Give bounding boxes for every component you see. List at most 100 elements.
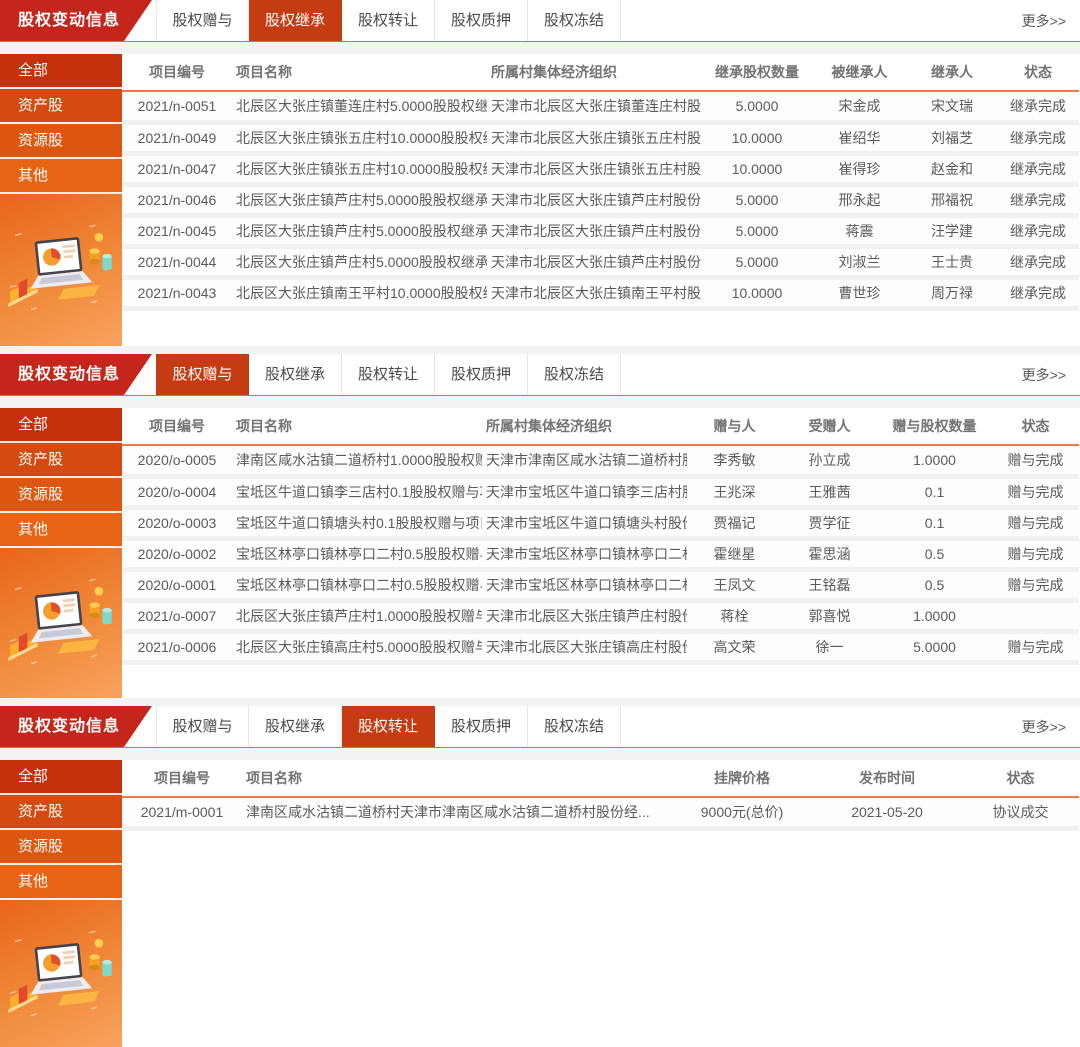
tab-pledge[interactable]: 股权质押 [435, 0, 528, 41]
tab-bar: 股权变动信息 股权赠与股权继承股权转让股权质押股权冻结 更多>> [0, 0, 1080, 42]
cell: 继承完成 [997, 277, 1079, 308]
cell: 周万禄 [907, 277, 997, 308]
cell: 2021/n-0046 [122, 184, 232, 215]
section-equity-gift: 股权变动信息 股权赠与股权继承股权转让股权质押股权冻结 更多>> 全部资产股资源… [0, 354, 1080, 698]
cell: 赠与完成 [992, 538, 1079, 569]
column-header: 项目编号 [122, 760, 242, 797]
cell: 继承完成 [997, 122, 1079, 153]
table-row[interactable]: 2021/o-0006北辰区大张庄镇高庄村5.0000股股权赠与...天津市北辰… [122, 631, 1079, 662]
cell: 北辰区大张庄镇芦庄村5.0000股股权继承... [232, 246, 487, 277]
laptop-analytics-illustration [5, 574, 117, 673]
cell: 继承完成 [997, 246, 1079, 277]
cell [992, 600, 1079, 631]
column-header: 项目编号 [122, 408, 232, 445]
more-link[interactable]: 更多>> [1022, 0, 1080, 41]
cell: 赠与完成 [992, 507, 1079, 538]
cell: 10.0000 [702, 277, 812, 308]
sidebar-items: 全部资产股资源股其他 [0, 54, 122, 194]
more-link[interactable]: 更多>> [1022, 354, 1080, 395]
table-row[interactable]: 2021/n-0046北辰区大张庄镇芦庄村5.0000股股权继承...天津市北辰… [122, 184, 1079, 215]
cell: 宝坻区林亭口镇林亭口二村0.5股股权赠与... [232, 538, 482, 569]
tab-freeze[interactable]: 股权冻结 [528, 354, 621, 395]
table-row[interactable]: 2021/m-0001津南区咸水沽镇二道桥村天津市津南区咸水沽镇二道桥村股份经.… [122, 797, 1079, 828]
coins-icon [89, 939, 111, 976]
sidebar-item-all[interactable]: 全部 [0, 760, 122, 795]
column-header: 赠与人 [687, 408, 782, 445]
cell: 北辰区大张庄镇张五庄村10.0000股股权继... [232, 153, 487, 184]
cell: 天津市北辰区大张庄镇芦庄村股份... [487, 184, 702, 215]
cell: 高文荣 [687, 631, 782, 662]
sidebar-item-asset-shares[interactable]: 资产股 [0, 443, 122, 478]
cell: 曹世珍 [812, 277, 907, 308]
sidebar-item-other[interactable]: 其他 [0, 865, 122, 900]
sidebar-item-all[interactable]: 全部 [0, 54, 122, 89]
sidebar-item-resource-shares[interactable]: 资源股 [0, 478, 122, 513]
cell: 宝坻区牛道口镇塘头村0.1股股权赠与项目 [232, 507, 482, 538]
sidebar-item-asset-shares[interactable]: 资产股 [0, 795, 122, 830]
tab-inheritance[interactable]: 股权继承 [249, 354, 342, 395]
sidebar: 全部资产股资源股其他 [0, 54, 122, 346]
cell: 继承完成 [997, 184, 1079, 215]
cell: 2021/m-0001 [122, 797, 242, 828]
tab-transfer[interactable]: 股权转让 [342, 706, 435, 747]
table-row[interactable]: 2020/o-0003宝坻区牛道口镇塘头村0.1股股权赠与项目天津市宝坻区牛道口… [122, 507, 1079, 538]
tab-transfer[interactable]: 股权转让 [342, 354, 435, 395]
sidebar-item-resource-shares[interactable]: 资源股 [0, 830, 122, 865]
cell: 0.5 [877, 538, 992, 569]
cell: 赵金和 [907, 153, 997, 184]
table-row[interactable]: 2020/o-0005津南区咸水沽镇二道桥村1.0000股股权赠...天津市津南… [122, 445, 1079, 476]
sidebar-item-other[interactable]: 其他 [0, 159, 122, 194]
cell: 天津市北辰区大张庄镇芦庄村股份... [487, 215, 702, 246]
cell: 天津市宝坻区牛道口镇李三店村股... [482, 476, 687, 507]
tab-pledge[interactable]: 股权质押 [435, 354, 528, 395]
cell: 2021-05-20 [812, 797, 962, 828]
tab-gift[interactable]: 股权赠与 [156, 354, 249, 395]
cell: 天津市津南区咸水沽镇二道桥村股... [482, 445, 687, 476]
tab-pledge[interactable]: 股权质押 [435, 706, 528, 747]
sidebar-item-other[interactable]: 其他 [0, 513, 122, 548]
cell: 继承完成 [997, 215, 1079, 246]
cell: 蒋栓 [687, 600, 782, 631]
sidebar-item-asset-shares[interactable]: 资产股 [0, 89, 122, 124]
cell: 北辰区大张庄镇芦庄村5.0000股股权继承... [232, 215, 487, 246]
table-row[interactable]: 2021/n-0049北辰区大张庄镇张五庄村10.0000股股权继...天津市北… [122, 122, 1079, 153]
cell: 天津市北辰区大张庄镇张五庄村股... [487, 153, 702, 184]
table-row[interactable]: 2020/o-0001宝坻区林亭口镇林亭口二村0.5股股权赠与...天津市宝坻区… [122, 569, 1079, 600]
table-row[interactable]: 2021/o-0007北辰区大张庄镇芦庄村1.0000股股权赠与...天津市北辰… [122, 600, 1079, 631]
cell: 宋金成 [812, 91, 907, 122]
tab-freeze[interactable]: 股权冻结 [528, 0, 621, 41]
cell: 赠与完成 [992, 631, 1079, 662]
cell: 2020/o-0003 [122, 507, 232, 538]
table-row[interactable]: 2021/n-0045北辰区大张庄镇芦庄村5.0000股股权继承...天津市北辰… [122, 215, 1079, 246]
section-content: 全部资产股资源股其他 [0, 408, 1080, 698]
coins-icon [89, 587, 111, 624]
sidebar-item-resource-shares[interactable]: 资源股 [0, 124, 122, 159]
table-row[interactable]: 2020/o-0004宝坻区牛道口镇李三店村0.1股股权赠与项目天津市宝坻区牛道… [122, 476, 1079, 507]
tab-transfer[interactable]: 股权转让 [342, 0, 435, 41]
column-header: 被继承人 [812, 54, 907, 91]
cell: 天津市北辰区大张庄镇芦庄村股份... [487, 246, 702, 277]
tab-freeze[interactable]: 股权冻结 [528, 706, 621, 747]
cell: 5.0000 [702, 215, 812, 246]
more-link[interactable]: 更多>> [1022, 706, 1080, 747]
tab-inheritance[interactable]: 股权继承 [249, 0, 342, 41]
tabs: 股权赠与股权继承股权转让股权质押股权冻结 [156, 706, 621, 747]
cell: 0.1 [877, 507, 992, 538]
table-row[interactable]: 2020/o-0002宝坻区林亭口镇林亭口二村0.5股股权赠与...天津市宝坻区… [122, 538, 1079, 569]
table-row[interactable]: 2021/n-0047北辰区大张庄镇张五庄村10.0000股股权继...天津市北… [122, 153, 1079, 184]
cell: 北辰区大张庄镇芦庄村5.0000股股权继承... [232, 184, 487, 215]
cell: 天津市北辰区大张庄镇芦庄村股份... [482, 600, 687, 631]
cell: 崔绍华 [812, 122, 907, 153]
column-header: 项目名称 [242, 760, 672, 797]
sidebar-item-all[interactable]: 全部 [0, 408, 122, 443]
cell: 贾学征 [782, 507, 877, 538]
cell: 2021/o-0006 [122, 631, 232, 662]
tab-inheritance[interactable]: 股权继承 [249, 706, 342, 747]
data-table: 项目编号项目名称所属村集体经济组织继承股权数量被继承人继承人状态 2021/n-… [122, 54, 1079, 311]
table-row[interactable]: 2021/n-0044北辰区大张庄镇芦庄村5.0000股股权继承...天津市北辰… [122, 246, 1079, 277]
cell: 9000元(总价) [672, 797, 812, 828]
tab-gift[interactable]: 股权赠与 [156, 706, 249, 747]
table-row[interactable]: 2021/n-0043北辰区大张庄镇南王平村10.0000股股权继...天津市北… [122, 277, 1079, 308]
tab-gift[interactable]: 股权赠与 [156, 0, 249, 41]
table-row[interactable]: 2021/n-0051北辰区大张庄镇董连庄村5.0000股股权继...天津市北辰… [122, 91, 1079, 122]
